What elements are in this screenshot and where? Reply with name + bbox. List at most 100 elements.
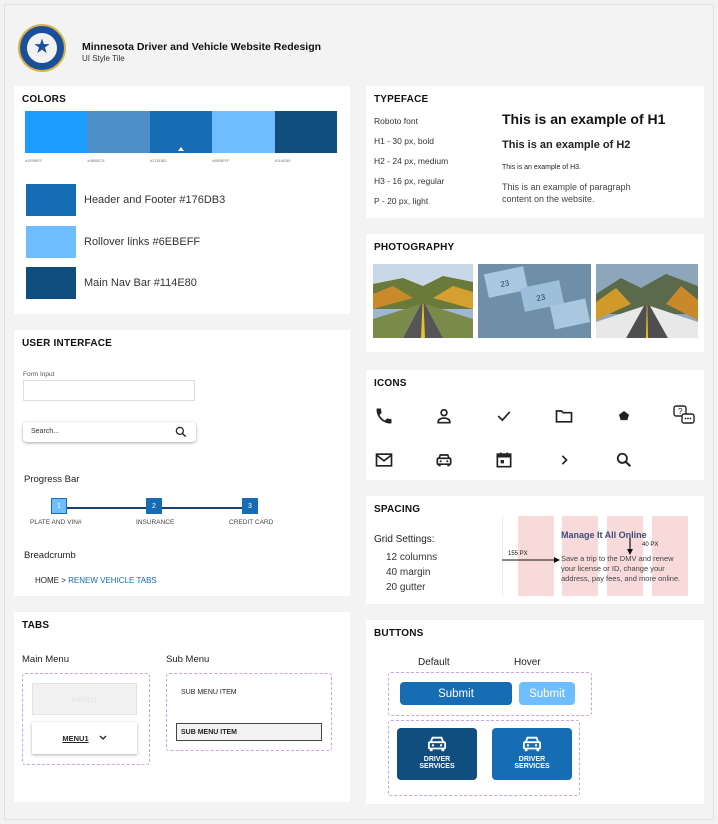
progress-step-2-label: INSURANCE: [136, 519, 175, 526]
typeface-heading: TYPEFACE: [374, 94, 429, 105]
driver-services-line2: SERVICES: [419, 763, 455, 770]
hex-label: #176DB3: [149, 158, 167, 163]
progress-step-1-label: PLATE AND VIN#: [30, 519, 82, 526]
sub-menu-item-active[interactable]: SUB MENU ITEM: [176, 723, 322, 741]
check-icon: [497, 411, 511, 422]
progress-step-1[interactable]: 1: [51, 498, 67, 514]
folder-icon: [555, 410, 573, 423]
driver-services-line1: DRIVER: [518, 756, 546, 763]
dimension-40-label: 40 PX: [642, 542, 659, 548]
typeface-card: TYPEFACE Roboto font H1 - 30 px, bold H2…: [366, 86, 704, 218]
legend-swatch: [26, 184, 76, 216]
color-palette-strip: [25, 111, 338, 153]
icons-heading: ICONS: [374, 378, 407, 389]
h2-example: This is an example of H2: [502, 139, 631, 151]
menu1-tab[interactable]: MENU1: [32, 722, 137, 754]
user-icon: [437, 408, 451, 424]
icons-card: ICONS ?: [366, 370, 704, 480]
hex-label: #4B8EC8: [87, 158, 105, 163]
photography-card: PHOTOGRAPHY 23 23: [366, 234, 704, 352]
paragraph-example: This is an example of paragraph content …: [502, 182, 631, 205]
swatch-5: [274, 111, 338, 153]
breadcrumb-home[interactable]: HOME >: [35, 576, 68, 585]
user-interface-card: USER INTERFACE Form Input Search... Prog…: [14, 330, 350, 596]
progress-bar-label: Progress Bar: [24, 474, 80, 485]
hex-label: #114E80: [274, 158, 291, 163]
chat-help-icon: ?: [673, 405, 695, 424]
colors-card: COLORS #1E9BFF #4B8EC8 #176DB3 #6EBEFF #…: [14, 86, 350, 314]
submit-button-hover[interactable]: Submit: [519, 682, 575, 705]
pentagon-icon: [619, 411, 629, 421]
progress-step-3-label: CREDIT CARD: [229, 519, 274, 526]
breadcrumb-label: Breadcrumb: [24, 550, 76, 561]
chevron-down-icon: [99, 735, 107, 740]
swatch-2: [87, 111, 150, 153]
form-input-field[interactable]: [23, 380, 195, 401]
typeface-spec: H3 - 16 px, regular: [374, 176, 445, 186]
form-input-label: Form Input: [23, 371, 55, 378]
grid-gutter: 20 gutter: [386, 582, 426, 593]
mail-icon: [375, 453, 393, 467]
legend-swatch: [26, 226, 76, 258]
road-photo: [373, 264, 473, 338]
colors-heading: COLORS: [22, 94, 66, 105]
search-input[interactable]: Search...: [23, 422, 196, 442]
sub-menu-item[interactable]: SUB MENU ITEM: [181, 689, 237, 696]
search-icon: [616, 452, 631, 467]
ui-heading: USER INTERFACE: [22, 338, 113, 349]
swatch-4: [212, 111, 275, 153]
photography-heading: PHOTOGRAPHY: [374, 242, 455, 253]
dimension-155-label: 155 PX: [508, 551, 528, 557]
color-legend-header-footer: Header and Footer #176DB3: [26, 184, 225, 216]
h3-example: This is an example of H3.: [502, 164, 581, 171]
legend-label: Rollover links #6EBEFF: [84, 236, 201, 248]
menu1-label: MENU1: [62, 733, 89, 743]
registration-tabs-photo: 23 23: [478, 264, 591, 338]
buttons-card: BUTTONS Default Hover Submit Submit DRIV…: [366, 620, 704, 804]
driver-services-button-hover[interactable]: DRIVER SERVICES: [492, 728, 572, 780]
tabs-card: TABS Main Menu Sub Menu MENU1 MENU1 SUB …: [14, 612, 350, 802]
mountain-road-photo: [596, 264, 698, 338]
driver-services-button[interactable]: DRIVER SERVICES: [397, 728, 477, 780]
legend-swatch: [26, 267, 76, 299]
swatch-3: [149, 111, 213, 153]
car-icon: [523, 736, 541, 752]
buttons-heading: BUTTONS: [374, 628, 424, 639]
hex-label: #1E9BFF: [25, 158, 42, 163]
sub-menu-label: Sub Menu: [166, 654, 210, 665]
grid-settings-label: Grid Settings:: [374, 534, 435, 545]
page-title: Minnesota Driver and Vehicle Website Red…: [82, 41, 322, 53]
grid-margin: 40 margin: [386, 567, 431, 578]
driver-services-line1: DRIVER: [423, 756, 451, 763]
main-menu-label: Main Menu: [22, 654, 69, 665]
breadcrumb-current[interactable]: RENEW VEHICLE TABS: [68, 576, 157, 585]
chevron-right-icon: [561, 455, 568, 465]
typeface-spec: H1 - 30 px, bold: [374, 136, 435, 146]
page-subtitle: UI Style Tile: [82, 54, 125, 63]
submit-button[interactable]: Submit: [400, 682, 512, 705]
car-icon: [428, 736, 446, 752]
state-seal-logo: ★: [18, 24, 66, 72]
calendar-icon: [496, 452, 512, 468]
typeface-spec: Roboto font: [374, 116, 418, 126]
search-icon[interactable]: [174, 425, 188, 439]
breadcrumb: HOME > RENEW VEHICLE TABS: [35, 576, 157, 585]
grid-columns: 12 columns: [386, 552, 438, 563]
progress-step-3[interactable]: 3: [242, 498, 258, 514]
color-legend-nav: Main Nav Bar #114E80: [26, 267, 197, 299]
color-legend-rollover: Rollover links #6EBEFF: [26, 226, 200, 258]
palette-hex-labels: #1E9BFF #4B8EC8 #176DB3 #6EBEFF #114E80: [25, 158, 337, 163]
legend-label: Header and Footer #176DB3: [84, 194, 226, 206]
search-placeholder: Search...: [31, 428, 60, 435]
menu1-tab-inactive[interactable]: MENU1: [32, 683, 137, 715]
h1-example: This is an example of H1: [502, 111, 666, 127]
spacing-heading: SPACING: [374, 504, 421, 515]
phone-icon: [376, 408, 392, 424]
hover-state-label: Hover: [514, 657, 541, 668]
default-state-label: Default: [418, 657, 450, 668]
dimension-arrows: [502, 538, 633, 563]
progress-step-2[interactable]: 2: [146, 498, 162, 514]
spacing-card: SPACING Grid Settings: 12 columns 40 mar…: [366, 496, 704, 604]
car-icon: [436, 454, 452, 467]
driver-services-line2: SERVICES: [514, 763, 550, 770]
